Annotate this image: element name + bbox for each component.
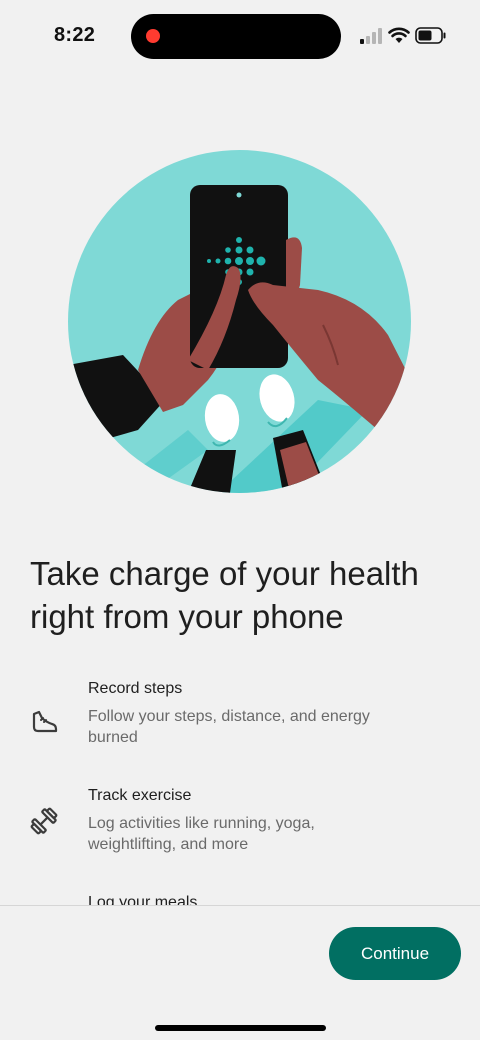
status-time: 8:22 — [54, 24, 96, 46]
status-bar: 8:22 — [0, 0, 480, 72]
shoe-icon — [32, 710, 58, 733]
feature-title: Log your meals — [88, 894, 198, 905]
wifi-icon — [388, 27, 410, 43]
cellular-signal-icon — [360, 28, 382, 44]
feature-description: Follow your steps, distance, and energy … — [88, 708, 370, 746]
feature-title: Record steps — [88, 680, 183, 697]
dumbbell-icon — [30, 807, 58, 835]
feature-description: Log activities like running, yoga, weigh… — [88, 815, 315, 853]
dynamic-island — [131, 14, 341, 59]
continue-button[interactable]: Continue — [329, 927, 461, 980]
home-indicator[interactable] — [155, 1025, 326, 1031]
hands-holding-phone-illustration — [68, 150, 411, 493]
battery-icon — [415, 27, 446, 44]
recording-indicator-icon — [146, 29, 160, 43]
feature-list: Record steps Follow your steps, distance… — [0, 672, 480, 905]
page-title: Take charge of your health right from yo… — [30, 555, 419, 635]
bottom-action-bar: Continue — [0, 905, 480, 1040]
feature-title: Track exercise — [88, 787, 192, 804]
